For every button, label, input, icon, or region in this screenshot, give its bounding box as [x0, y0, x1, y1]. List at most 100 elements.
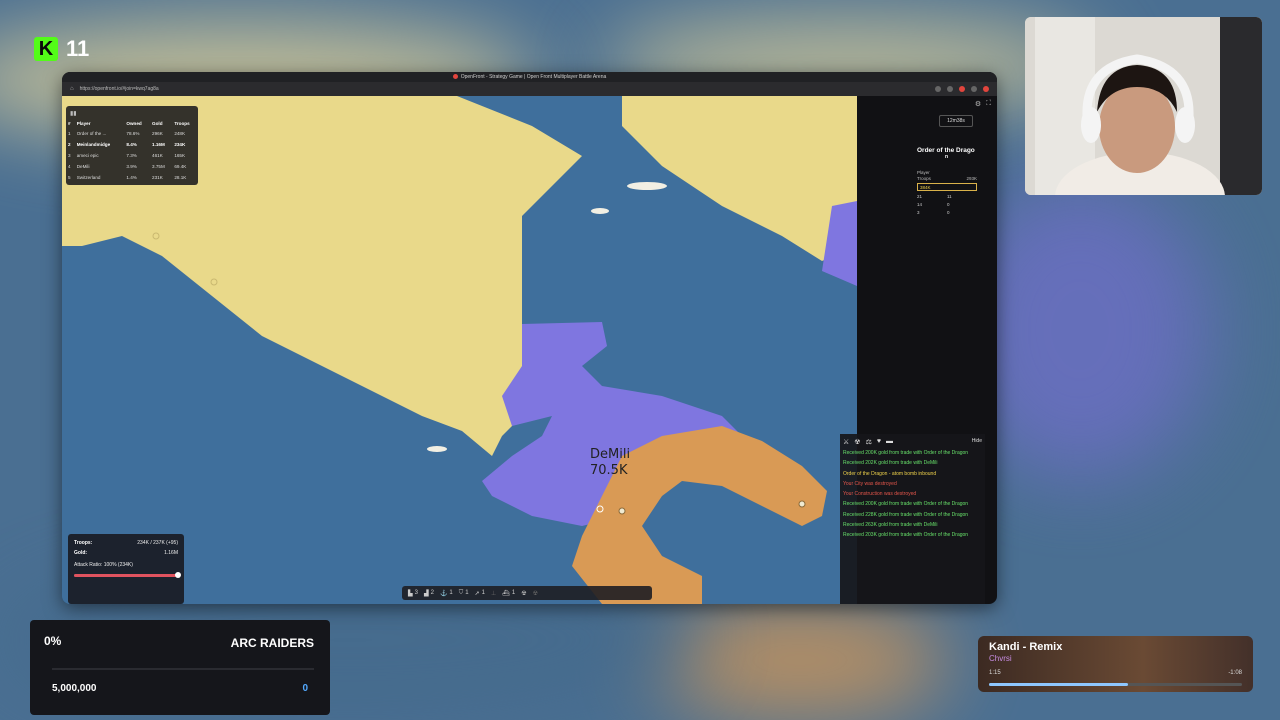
player-name: Order of the Drago	[917, 147, 975, 154]
stat-cities: 21	[917, 194, 923, 199]
row-rank: 5	[68, 175, 71, 180]
build-count: 1	[449, 590, 453, 596]
event-message: Order of the Dragon - atom bomb inbound	[843, 470, 937, 477]
leaderboard-row[interactable]: 5 Switzerland 1.4% 231K 28.1K	[66, 172, 198, 183]
player-stats-grid: 21 11 14 0 3 0	[917, 194, 997, 215]
leaderboard: ▮▮ # Player Owned Gold Troops 1 Order of…	[66, 106, 198, 185]
build-count: 3	[414, 590, 418, 596]
leaderboard-row-self[interactable]: 2 Meinlandmidge 8.4% 1.16M 234K	[66, 139, 198, 150]
extension-icon[interactable]	[947, 86, 953, 92]
troops-info-value: 293K	[966, 176, 977, 181]
hide-button[interactable]: Hide	[972, 438, 982, 446]
nuke-build-button[interactable]: ☢	[521, 590, 526, 597]
city-icon: ▙	[408, 590, 413, 597]
stat-factories: 11	[947, 194, 952, 199]
row-troops: 248K	[174, 131, 186, 136]
extension-icon[interactable]	[959, 86, 965, 92]
troops-label: Troops:	[74, 540, 93, 546]
viewer-count: 11	[66, 36, 90, 61]
build-count: 2	[430, 590, 434, 596]
island	[591, 208, 609, 214]
goal-current: 0	[302, 683, 308, 694]
sam-icon: ⊥	[491, 590, 497, 597]
leaderboard-row[interactable]: 4 DeMili 3.9% 3.75M 69.4K	[66, 161, 198, 172]
sam-build-button[interactable]: ⊥	[491, 590, 496, 597]
factory-build-button[interactable]: ▟ 2	[424, 590, 434, 597]
row-player: Switzerland	[76, 175, 101, 180]
extension-icon[interactable]	[935, 86, 941, 92]
settings-row: ⚙ ⛶	[857, 96, 997, 112]
gear-icon[interactable]: ⚙	[975, 100, 981, 108]
player-info-card: Order of the Drago n Player Troops 293K …	[917, 147, 997, 215]
alliance-icon[interactable]: ♥	[877, 438, 881, 446]
hydrogen-build-button[interactable]: ☢	[533, 590, 538, 597]
row-troops: 234K	[174, 142, 186, 147]
row-owned: 8.4%	[126, 142, 137, 147]
hydrogen-icon: ☢	[532, 590, 538, 597]
url-bar[interactable]: ⌂ https://openfront.io/#join=kwq7ag8a	[62, 82, 997, 96]
stat-warships: 3	[917, 210, 920, 215]
attack-ratio-slider[interactable]	[74, 572, 181, 578]
row-rank: 4	[68, 164, 71, 169]
troops-row: Troops: 234K / 237K (+95)	[74, 540, 178, 546]
col-owned[interactable]: Owned	[124, 119, 150, 128]
map-player-troops: 70.5K	[590, 463, 628, 478]
warship-build-button[interactable]: ⛴ 1	[502, 590, 515, 597]
col-gold[interactable]: Gold	[150, 119, 172, 128]
kick-logo-icon: K	[34, 37, 58, 61]
control-panel: Troops: 234K / 237K (+95) Gold: 1.16M At…	[68, 534, 184, 604]
missile-silo-build-button[interactable]: ➚ 1	[475, 590, 485, 597]
trade-icon[interactable]: ⚖	[866, 438, 872, 446]
game-viewport[interactable]: DeMili 70.5K ▮▮ # Player Owned Gold Troo…	[62, 96, 997, 604]
row-gold: 296K	[152, 131, 163, 136]
game-title: ARC RAIDERS	[230, 636, 314, 650]
gold-info: 384K	[917, 183, 977, 191]
leaderboard-row[interactable]: 1 Order of the ... 78.6% 296K 248K	[66, 128, 198, 139]
game-timer: 12m38s	[939, 115, 973, 127]
now-playing-widget: Kandi - Remix Chvrsi 1:15 -1:08	[978, 636, 1253, 692]
chat-icon[interactable]: ▬	[886, 438, 893, 446]
col-troops[interactable]: Troops	[172, 119, 198, 128]
port-build-button[interactable]: ⚓ 1	[440, 590, 453, 597]
song-remaining: -1:08	[1228, 670, 1242, 676]
gold-label: Gold:	[74, 550, 88, 556]
extension-icon[interactable]	[971, 86, 977, 92]
event-message: Received 202K gold from trade with DeMil…	[843, 460, 938, 467]
col-player[interactable]: Player	[75, 119, 125, 128]
leaderboard-row[interactable]: 3 ameci epic 7.3% 461K 165K	[66, 150, 198, 161]
song-progress-bar	[989, 683, 1242, 686]
leaderboard-icon[interactable]: ▮▮	[70, 110, 78, 117]
tab-favicon-icon	[452, 74, 458, 80]
url-text[interactable]: https://openfront.io/#join=kwq7ag8a	[80, 86, 929, 92]
event-message: Received 228K gold from trade with Order…	[843, 511, 969, 518]
build-count: 1	[481, 590, 485, 596]
island	[627, 182, 667, 190]
event-message: Your Construction was destroyed	[843, 491, 917, 497]
warship-icon: ⛴	[502, 590, 510, 597]
row-rank: 2	[68, 142, 71, 147]
event-log-header: ⚔ ☢ ⚖ ♥ ▬ Hide	[843, 438, 982, 446]
browser-window: OpenFront - Strategy Game | Open Front M…	[62, 72, 997, 604]
fullscreen-icon[interactable]: ⛶	[986, 100, 991, 108]
nuke-icon: ☢	[521, 590, 527, 597]
webcam-feed	[1025, 17, 1262, 195]
profile-icon[interactable]	[983, 86, 989, 92]
stat-silos: 0	[947, 202, 950, 207]
row-player: ameci epic	[76, 153, 99, 158]
song-elapsed: 1:15	[989, 670, 1001, 676]
defense-build-button[interactable]: ⛉ 1	[459, 590, 469, 597]
sword-icon[interactable]: ⚔	[843, 438, 849, 446]
row-owned: 7.3%	[126, 153, 137, 158]
attack-ratio-fill	[74, 574, 178, 577]
city-build-button[interactable]: ▙ 3	[408, 590, 418, 597]
row-owned: 78.6%	[126, 131, 140, 136]
viewer-counter: K 11	[34, 36, 89, 62]
event-message: Your City was destroyed	[843, 480, 897, 487]
window-titlebar: OpenFront - Strategy Game | Open Front M…	[62, 72, 997, 82]
nuke-filter-icon[interactable]: ☢	[854, 438, 860, 446]
row-owned: 3.9%	[126, 164, 137, 169]
row-gold: 461K	[152, 153, 163, 158]
attack-ratio-handle[interactable]	[175, 572, 181, 578]
event-message: Received 200K gold from trade with Order…	[843, 450, 969, 456]
player-name-cont: n	[945, 154, 949, 160]
